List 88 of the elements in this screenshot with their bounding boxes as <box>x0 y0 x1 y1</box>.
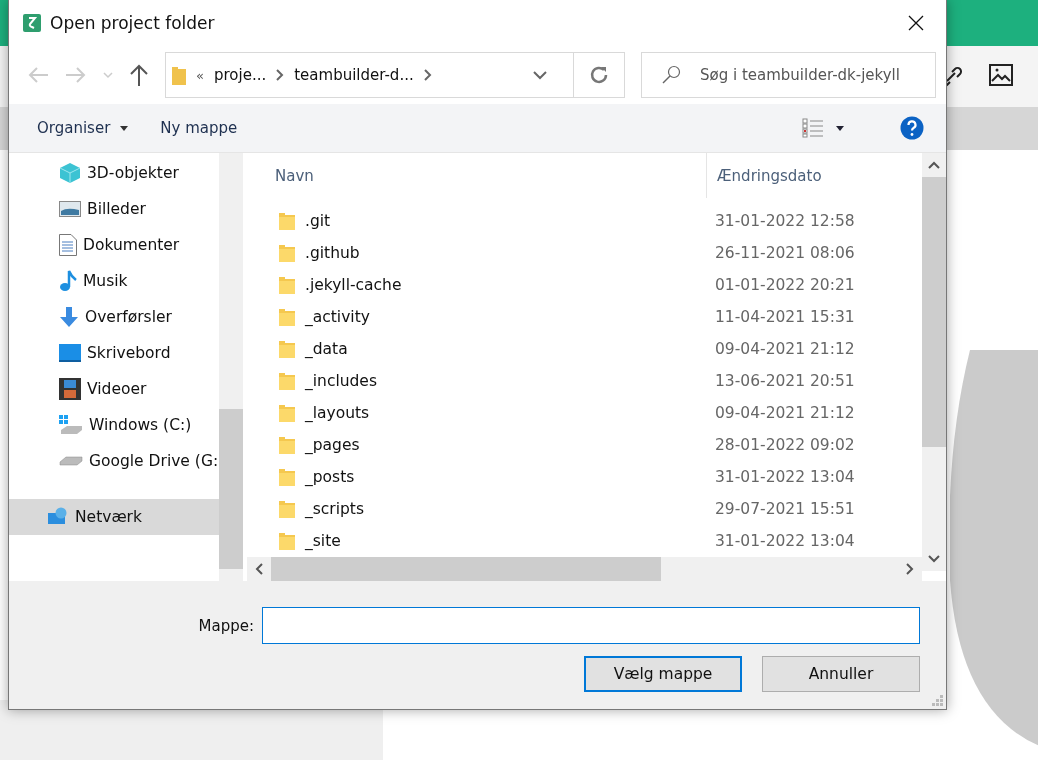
folder-icon <box>279 276 295 294</box>
modified-date: 11-04-2021 15:31 <box>715 308 855 326</box>
scroll-down-icon[interactable] <box>928 555 940 563</box>
resize-grip-icon[interactable] <box>932 695 943 706</box>
folder-name-field[interactable] <box>262 607 920 644</box>
folder-icon <box>279 308 295 326</box>
sidebar-item[interactable]: Dokumenter <box>9 227 219 263</box>
sidebar-item[interactable]: Billeder <box>9 191 219 227</box>
column-header[interactable]: Navn <box>247 153 707 198</box>
close-icon[interactable] <box>908 15 924 31</box>
chevron-right-icon[interactable] <box>423 69 432 81</box>
folder-icon <box>279 468 295 486</box>
modified-date: 29-07-2021 15:51 <box>715 500 855 518</box>
drive-icon <box>59 415 83 435</box>
column-header[interactable]: Ændringsdato <box>707 153 922 198</box>
modified-date: 31-01-2022 12:58 <box>715 212 855 230</box>
sidebar-item[interactable]: 3D-objekter <box>9 155 219 191</box>
modified-date: 26-11-2021 08:06 <box>715 244 855 262</box>
chevron-right-icon[interactable] <box>276 69 285 81</box>
scrollbar[interactable] <box>219 153 243 581</box>
breadcrumb[interactable]: proje... <box>213 66 267 84</box>
cancel-button[interactable]: Annuller <box>762 656 920 692</box>
field-label: Mappe: <box>198 616 254 635</box>
folder-icon <box>279 340 295 358</box>
caret-icon[interactable] <box>836 125 844 131</box>
sidebar-item[interactable]: Musik <box>9 263 219 299</box>
scroll-right-icon[interactable] <box>906 563 914 575</box>
sidebar-item[interactable]: Windows (C:) <box>9 407 219 443</box>
window-title: Open project folder <box>50 13 215 33</box>
up-arrow-icon[interactable] <box>129 63 149 87</box>
folder-icon <box>279 532 295 550</box>
cube-icon <box>59 162 81 184</box>
folder-icon <box>172 65 186 85</box>
folder-icon <box>279 500 295 518</box>
sidebar-item[interactable]: Google Drive (G: <box>9 443 219 479</box>
monitor-icon <box>59 344 81 362</box>
file-name[interactable]: .jekyll-cache <box>305 276 705 294</box>
modified-date: 01-01-2022 20:21 <box>715 276 855 294</box>
film-strip-icon <box>59 378 81 400</box>
app-icon <box>23 14 41 32</box>
refresh-icon[interactable] <box>589 65 609 85</box>
scroll-up-icon[interactable] <box>928 161 940 169</box>
network-icon <box>47 507 69 527</box>
modified-date: 31-01-2022 13:04 <box>715 468 855 486</box>
modified-date: 31-01-2022 13:04 <box>715 532 855 550</box>
sidebar-item[interactable]: Skrivebord <box>9 335 219 371</box>
scroll-left-icon[interactable] <box>255 563 263 575</box>
modified-date: 28-01-2022 09:02 <box>715 436 855 454</box>
down-arrow-icon <box>59 306 79 328</box>
file-name[interactable]: _data <box>305 340 705 358</box>
address-bar[interactable]: « proje... teambuilder-d... <box>165 52 625 98</box>
sidebar-item[interactable]: Overførsler <box>9 299 219 335</box>
file-name[interactable]: _pages <box>305 436 705 454</box>
scrollbar[interactable] <box>922 153 946 571</box>
drive-icon <box>59 456 83 466</box>
folder-icon <box>279 212 295 230</box>
file-name[interactable]: .github <box>305 244 705 262</box>
search-icon <box>661 65 681 85</box>
overflow-chevrons[interactable]: « <box>196 67 204 83</box>
folder-icon <box>279 404 295 422</box>
file-name[interactable]: _posts <box>305 468 705 486</box>
breadcrumb[interactable]: teambuilder-d... <box>294 66 414 84</box>
file-name[interactable]: _layouts <box>305 404 705 422</box>
file-name[interactable]: _scripts <box>305 500 705 518</box>
select-folder-button[interactable]: Vælg mappe <box>584 656 742 692</box>
file-name[interactable]: _includes <box>305 372 705 390</box>
new-folder-button[interactable]: Ny mappe <box>150 113 248 143</box>
sidebar-item[interactable]: Videoer <box>9 371 219 407</box>
music-note-icon <box>59 270 77 292</box>
document-icon <box>59 234 77 256</box>
folder-icon <box>279 372 295 390</box>
folder-icon <box>279 244 295 262</box>
modified-date: 13-06-2021 20:51 <box>715 372 855 390</box>
modified-date: 09-04-2021 21:12 <box>715 340 855 358</box>
file-name[interactable]: _site <box>305 532 705 550</box>
sidebar-item[interactable]: Netværk <box>9 499 219 535</box>
scrollbar[interactable] <box>247 557 922 581</box>
modified-date: 09-04-2021 21:12 <box>715 404 855 422</box>
file-name[interactable]: _activity <box>305 308 705 326</box>
chevron-down-icon[interactable] <box>533 70 547 80</box>
caret-icon <box>120 125 129 131</box>
organise-menu-button[interactable]: Organiser <box>27 113 139 143</box>
search-field[interactable]: Søg i teambuilder-dk-jekyll <box>641 52 936 98</box>
file-name[interactable]: .git <box>305 212 705 230</box>
landscape-picture-icon <box>59 201 81 217</box>
folder-icon <box>279 436 295 454</box>
image-icon[interactable] <box>989 64 1013 86</box>
help-icon[interactable] <box>900 116 924 140</box>
